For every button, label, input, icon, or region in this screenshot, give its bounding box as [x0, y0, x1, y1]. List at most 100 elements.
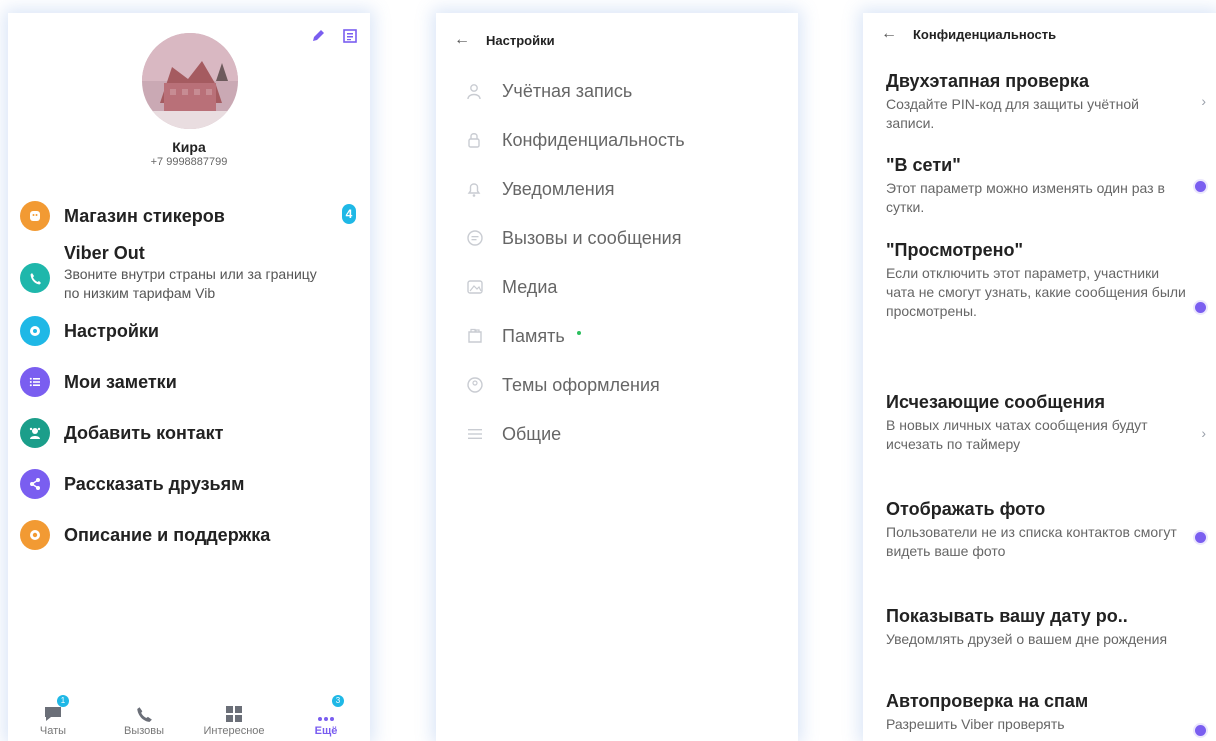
new-indicator-dot — [576, 331, 581, 335]
menu-item-label: Рассказать друзьям — [64, 474, 245, 494]
nav-explore[interactable]: Интересное — [194, 699, 274, 741]
settings-item-label: Общие — [502, 423, 562, 444]
palette-icon — [466, 376, 502, 394]
menu-item-viber-out[interactable]: Viber Out Звоните внутри страны или за г… — [20, 243, 358, 301]
edit-icon[interactable] — [310, 28, 326, 44]
nav-label: Интересное — [203, 725, 265, 737]
spam-check-toggle[interactable] — [1195, 725, 1206, 736]
settings-item-label: Конфиденциальность — [502, 129, 685, 150]
menu-item-support[interactable]: Описание и поддержка — [20, 518, 358, 550]
grid-icon — [226, 706, 242, 722]
privacy-screen: ← Конфиденциальность Двухэтапная проверк… — [863, 13, 1216, 741]
phone-icon — [137, 707, 152, 722]
arrow-left-icon[interactable]: ← — [881, 25, 913, 43]
nav-label: Ещё — [314, 725, 338, 737]
menu-item-settings[interactable]: Настройки — [20, 314, 358, 346]
settings-item-notifications[interactable]: Уведомления — [466, 174, 615, 204]
chevron-right-icon[interactable]: › — [1201, 93, 1206, 109]
settings-item-label: Вызовы и сообщения — [502, 227, 682, 248]
profile-name: Кира — [172, 139, 206, 155]
privacy-item-title: "В сети" — [886, 155, 961, 175]
privacy-item-online[interactable]: "В сети" Этот параметр можно изменять од… — [886, 154, 1186, 217]
menu-item-add-contact[interactable]: Добавить контакт — [20, 416, 358, 448]
seen-status-toggle[interactable] — [1195, 302, 1206, 313]
privacy-item-description: Разрешить Viber проверять — [886, 716, 1065, 732]
share-icon — [20, 469, 50, 499]
nav-chats[interactable]: 1 Чаты — [13, 695, 93, 741]
notes-icon — [20, 367, 50, 397]
info-icon — [20, 520, 50, 550]
bell-icon — [466, 180, 502, 198]
chat-icon — [466, 229, 502, 247]
settings-item-storage[interactable]: Память — [466, 321, 581, 351]
privacy-item-description: Пользователи не из списка контактов смог… — [886, 524, 1177, 559]
settings-item-label: Уведомления — [502, 178, 615, 199]
show-photo-toggle[interactable] — [1195, 532, 1206, 543]
nav-more[interactable]: 3 Ещё — [286, 695, 366, 741]
settings-item-media[interactable]: Медиа — [466, 272, 557, 302]
privacy-item-spam-check[interactable]: Автопроверка на спам Разрешить Viber про… — [886, 690, 1186, 734]
privacy-item-title: Отображать фото — [886, 499, 1046, 519]
settings-item-general[interactable]: Общие — [466, 419, 561, 449]
nav-calls[interactable]: Вызовы — [104, 699, 184, 741]
nav-label: Чаты — [39, 725, 67, 737]
privacy-item-description: Этот параметр можно изменять один раз в … — [886, 180, 1165, 215]
page-title: Конфиденциальность — [913, 26, 1057, 42]
top-actions — [310, 28, 358, 44]
sticker-icon — [20, 201, 50, 231]
viber-out-phone-icon — [20, 263, 50, 293]
settings-item-label: Память — [502, 325, 565, 346]
menu-item-sticker-shop[interactable]: Магазин стикеров 4 — [20, 199, 358, 231]
viber-out-label: Viber Out — [64, 243, 145, 263]
gear-icon — [20, 316, 50, 346]
privacy-item-description: В новых личных чатах сообщения будут исч… — [886, 417, 1148, 452]
menu-item-label: Магазин стикеров — [64, 206, 225, 226]
settings-header: ← Настройки — [454, 31, 555, 49]
more-screen: Кира +7 9998887799 Магазин стикеров 4 Vi… — [8, 13, 370, 741]
page-title: Настройки — [486, 32, 555, 48]
new-stickers-badge: 4 — [342, 204, 356, 224]
privacy-item-two-step[interactable]: Двухэтапная проверка Создайте PIN-код дл… — [886, 70, 1186, 133]
settings-item-label: Медиа — [502, 276, 558, 297]
chevron-right-icon[interactable]: › — [1201, 425, 1206, 441]
settings-item-privacy[interactable]: Конфиденциальность — [466, 125, 685, 155]
profile-phone: +7 9998887799 — [150, 156, 228, 168]
privacy-item-description: Уведомлять друзей о вашем дне рождения — [886, 631, 1168, 647]
privacy-item-birthday[interactable]: Показывать вашу дату ро.. Уведомлять дру… — [886, 605, 1186, 649]
lock-icon — [466, 131, 502, 149]
settings-item-label: Темы оформления — [502, 374, 660, 395]
more-badge: 3 — [332, 695, 344, 707]
settings-item-label: Учётная запись — [502, 80, 633, 101]
settings-item-themes[interactable]: Темы оформления — [466, 370, 660, 400]
storage-icon — [466, 327, 502, 345]
avatar[interactable] — [142, 33, 238, 129]
menu-item-label: Настройки — [64, 321, 159, 341]
privacy-item-description: Создайте PIN-код для защиты учётной запи… — [886, 96, 1139, 131]
online-status-toggle[interactable] — [1195, 181, 1206, 192]
privacy-item-seen[interactable]: "Просмотрено" Если отключить этот параме… — [886, 239, 1186, 321]
add-contact-icon — [20, 418, 50, 448]
menu-item-notes[interactable]: Мои заметки — [20, 365, 358, 397]
privacy-item-title: Исчезающие сообщения — [886, 392, 1106, 412]
menu-item-share[interactable]: Рассказать друзьям — [20, 467, 358, 499]
media-icon — [466, 278, 502, 296]
settings-item-calls-messages[interactable]: Вызовы и сообщения — [466, 223, 681, 253]
settings-screen: ← Настройки Учётная запись Конфиденциаль… — [436, 13, 798, 741]
nav-label: Вызовы — [123, 725, 165, 737]
privacy-item-description: Если отключить этот параметр, участники … — [886, 265, 1186, 319]
bottom-nav: 1 Чаты Вызовы Интересное 3 Ещё — [8, 695, 370, 741]
qr-code-icon[interactable] — [342, 28, 358, 44]
menu-item-label: Мои заметки — [64, 372, 177, 392]
privacy-item-title: Автопроверка на спам — [886, 691, 1089, 711]
privacy-item-show-photo[interactable]: Отображать фото Пользователи не из списк… — [886, 498, 1186, 561]
arrow-left-icon[interactable]: ← — [454, 31, 486, 49]
privacy-item-title: "Просмотрено" — [886, 240, 1024, 260]
menu-icon — [466, 425, 502, 443]
privacy-item-disappearing[interactable]: Исчезающие сообщения В новых личных чата… — [886, 391, 1186, 454]
menu-item-label: Описание и поддержка — [64, 525, 271, 545]
user-icon — [466, 82, 502, 100]
privacy-header: ← Конфиденциальность — [881, 25, 1056, 43]
chats-badge: 1 — [57, 695, 69, 707]
settings-item-account[interactable]: Учётная запись — [466, 76, 632, 106]
privacy-item-title: Двухэтапная проверка — [886, 71, 1089, 91]
